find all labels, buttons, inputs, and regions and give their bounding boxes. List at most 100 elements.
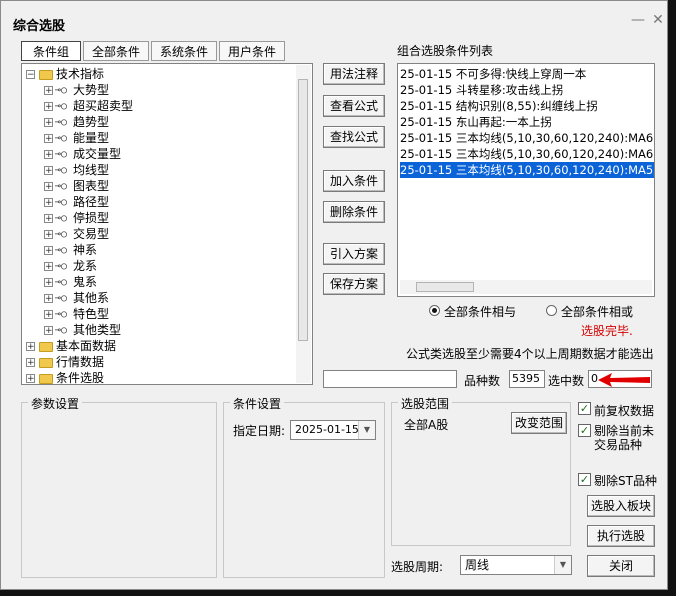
tab-system-conditions[interactable]: 系统条件 xyxy=(151,41,217,61)
chevron-down-icon[interactable]: ▼ xyxy=(554,556,571,574)
condition-list-item[interactable]: 25-01-15 东山再起:一本上拐 xyxy=(400,114,552,130)
chevron-down-icon[interactable]: ▼ xyxy=(358,421,375,439)
tree-node-child[interactable]: + ⊸○ 能量型 xyxy=(44,130,109,146)
expand-icon[interactable]: + xyxy=(26,358,35,368)
expand-icon[interactable]: + xyxy=(44,294,53,304)
import-scheme-button[interactable]: 引入方案 xyxy=(323,243,385,265)
or-radio[interactable] xyxy=(546,305,557,316)
exclude-untraded-checkbox[interactable]: ✓ xyxy=(578,424,591,437)
expand-icon[interactable]: + xyxy=(26,374,35,384)
tree-node-condition-pick[interactable]: + 条件选股 xyxy=(26,370,104,384)
expand-icon[interactable]: + xyxy=(44,86,53,96)
fq-label[interactable]: 前复权数据 xyxy=(594,402,654,419)
tree-node-child[interactable]: + ⊸○ 鬼系 xyxy=(44,274,97,290)
expand-icon[interactable]: + xyxy=(44,118,53,128)
period-select[interactable]: 周线 ▼ xyxy=(460,555,572,575)
expand-icon[interactable]: + xyxy=(26,342,35,352)
cond-settings-title: 条件设置 xyxy=(230,395,285,412)
expand-icon[interactable]: + xyxy=(44,214,53,224)
condition-list-item[interactable]: 25-01-15 三本均线(5,10,30,60,120,240):MA5上 xyxy=(400,162,654,178)
tree-node-child[interactable]: + ⊸○ 其他系 xyxy=(44,290,109,306)
count-value: 5395 xyxy=(509,370,545,388)
key-icon: ⊸○ xyxy=(55,276,68,288)
tree-node-fundamental[interactable]: + 基本面数据 xyxy=(26,338,116,354)
params-title: 参数设置 xyxy=(28,395,83,412)
expand-icon[interactable]: + xyxy=(44,166,53,176)
count-label: 品种数 xyxy=(464,374,501,388)
exclude-st-label[interactable]: 剔除ST品种 xyxy=(594,472,657,489)
date-label: 指定日期: xyxy=(233,424,286,438)
key-icon: ⊸○ xyxy=(55,84,68,96)
tree-node-child[interactable]: + ⊸○ 大势型 xyxy=(44,82,109,98)
condition-list-item[interactable]: 25-01-15 结构识别(8,55):纠缠线上拐 xyxy=(400,98,598,114)
view-formula-button[interactable]: 查看公式 xyxy=(323,95,385,117)
fq-checkbox[interactable]: ✓ xyxy=(578,402,591,415)
expand-icon[interactable]: + xyxy=(44,182,53,192)
and-radio-label[interactable]: 全部条件相与 xyxy=(444,303,516,320)
exclude-st-checkbox[interactable]: ✓ xyxy=(578,473,591,486)
window-title: 综合选股 xyxy=(13,19,66,34)
collapse-icon[interactable]: − xyxy=(26,70,35,80)
expand-icon[interactable]: + xyxy=(44,278,53,288)
expand-icon[interactable]: + xyxy=(44,246,53,256)
condition-tree[interactable]: − 技术指标 + ⊸○ 大势型 + ⊸○ 超买超卖型 + ⊸○ 趋势型 + ⊸○ 能量型 + ⊸○ 成交量型 +… xyxy=(21,63,313,385)
expand-icon[interactable]: + xyxy=(44,150,53,160)
condition-list-item[interactable]: 25-01-15 不可多得:快线上穿周一本 xyxy=(400,66,586,82)
key-icon: ⊸○ xyxy=(55,308,68,320)
list-h-scrollbar[interactable] xyxy=(400,280,652,294)
expand-icon[interactable]: + xyxy=(44,134,53,144)
condition-list-header: 组合选股条件列表 xyxy=(397,44,494,58)
expand-icon[interactable]: + xyxy=(44,198,53,208)
find-formula-button[interactable]: 查找公式 xyxy=(323,126,385,148)
tree-scrollbar[interactable] xyxy=(296,65,311,383)
expand-icon[interactable]: + xyxy=(44,262,53,272)
tree-node-child[interactable]: + ⊸○ 神系 xyxy=(44,242,97,258)
tree-node-child[interactable]: + ⊸○ 龙系 xyxy=(44,258,97,274)
tab-user-conditions[interactable]: 用户条件 xyxy=(219,41,285,61)
tree-scroll-thumb[interactable] xyxy=(298,79,308,341)
tree-node-child[interactable]: + ⊸○ 趋势型 xyxy=(44,114,109,130)
tree-node-market[interactable]: + 行情数据 xyxy=(26,354,104,370)
key-icon: ⊸○ xyxy=(55,116,68,128)
to-block-button[interactable]: 选股入板块 xyxy=(587,495,655,517)
expand-icon[interactable]: + xyxy=(44,326,53,336)
cond-settings-group: 条件设置 指定日期: 2025-01-15 ▼ xyxy=(223,395,385,578)
tree-node-child[interactable]: + ⊸○ 特色型 xyxy=(44,306,109,322)
status-done: 选股完毕. xyxy=(581,324,633,338)
exclude-untraded-label[interactable]: 剔除当前未交易品种 xyxy=(594,424,658,452)
and-radio[interactable] xyxy=(429,305,440,316)
tree-node-child[interactable]: + ⊸○ 图表型 xyxy=(44,178,109,194)
tree-node-child[interactable]: + ⊸○ 交易型 xyxy=(44,226,109,242)
tree-node-child[interactable]: + ⊸○ 成交量型 xyxy=(44,146,121,162)
tree-node-child[interactable]: + ⊸○ 路径型 xyxy=(44,194,109,210)
tree-node-child[interactable]: + ⊸○ 超买超卖型 xyxy=(44,98,133,114)
expand-icon[interactable]: + xyxy=(44,310,53,320)
tab-all-conditions[interactable]: 全部条件 xyxy=(83,41,149,61)
folder-icon xyxy=(39,357,53,368)
execute-button[interactable]: 执行选股 xyxy=(587,525,655,547)
list-scroll-thumb[interactable] xyxy=(416,282,474,292)
change-scope-button[interactable]: 改变范围 xyxy=(511,412,567,434)
condition-list-item[interactable]: 25-01-15 斗转星移:攻击线上拐 xyxy=(400,82,563,98)
add-condition-button[interactable]: 加入条件 xyxy=(323,170,385,192)
tree-node-child[interactable]: + ⊸○ 均线型 xyxy=(44,162,109,178)
save-scheme-button[interactable]: 保存方案 xyxy=(323,273,385,295)
usage-note-button[interactable]: 用法注释 xyxy=(323,63,385,85)
condition-list-item[interactable]: 25-01-15 三本均线(5,10,30,60,120,240):MA60 xyxy=(400,146,654,162)
tree-node-child[interactable]: + ⊸○ 停损型 xyxy=(44,210,109,226)
close-icon[interactable]: ✕ xyxy=(651,13,665,27)
tree-node-tech[interactable]: − 技术指标 xyxy=(26,66,104,82)
expand-icon[interactable]: + xyxy=(44,102,53,112)
close-button[interactable]: 关闭 xyxy=(587,555,655,577)
delete-condition-button[interactable]: 删除条件 xyxy=(323,201,385,223)
tab-condition-group[interactable]: 条件组 xyxy=(21,41,81,61)
key-icon: ⊸○ xyxy=(55,260,68,272)
minimize-icon[interactable]: — xyxy=(631,13,645,27)
or-radio-label[interactable]: 全部条件相或 xyxy=(561,303,633,320)
expand-icon[interactable]: + xyxy=(44,230,53,240)
tree-node-child[interactable]: + ⊸○ 其他类型 xyxy=(44,322,121,338)
date-picker[interactable]: 2025-01-15 ▼ xyxy=(290,420,376,440)
condition-list[interactable]: 25-01-15 不可多得:快线上穿周一本 25-01-15 斗转星移:攻击线上拐… xyxy=(397,63,655,297)
condition-list-item[interactable]: 25-01-15 三本均线(5,10,30,60,120,240):MA60 xyxy=(400,130,654,146)
scope-group: 选股范围 全部A股 改变范围 xyxy=(391,395,571,546)
